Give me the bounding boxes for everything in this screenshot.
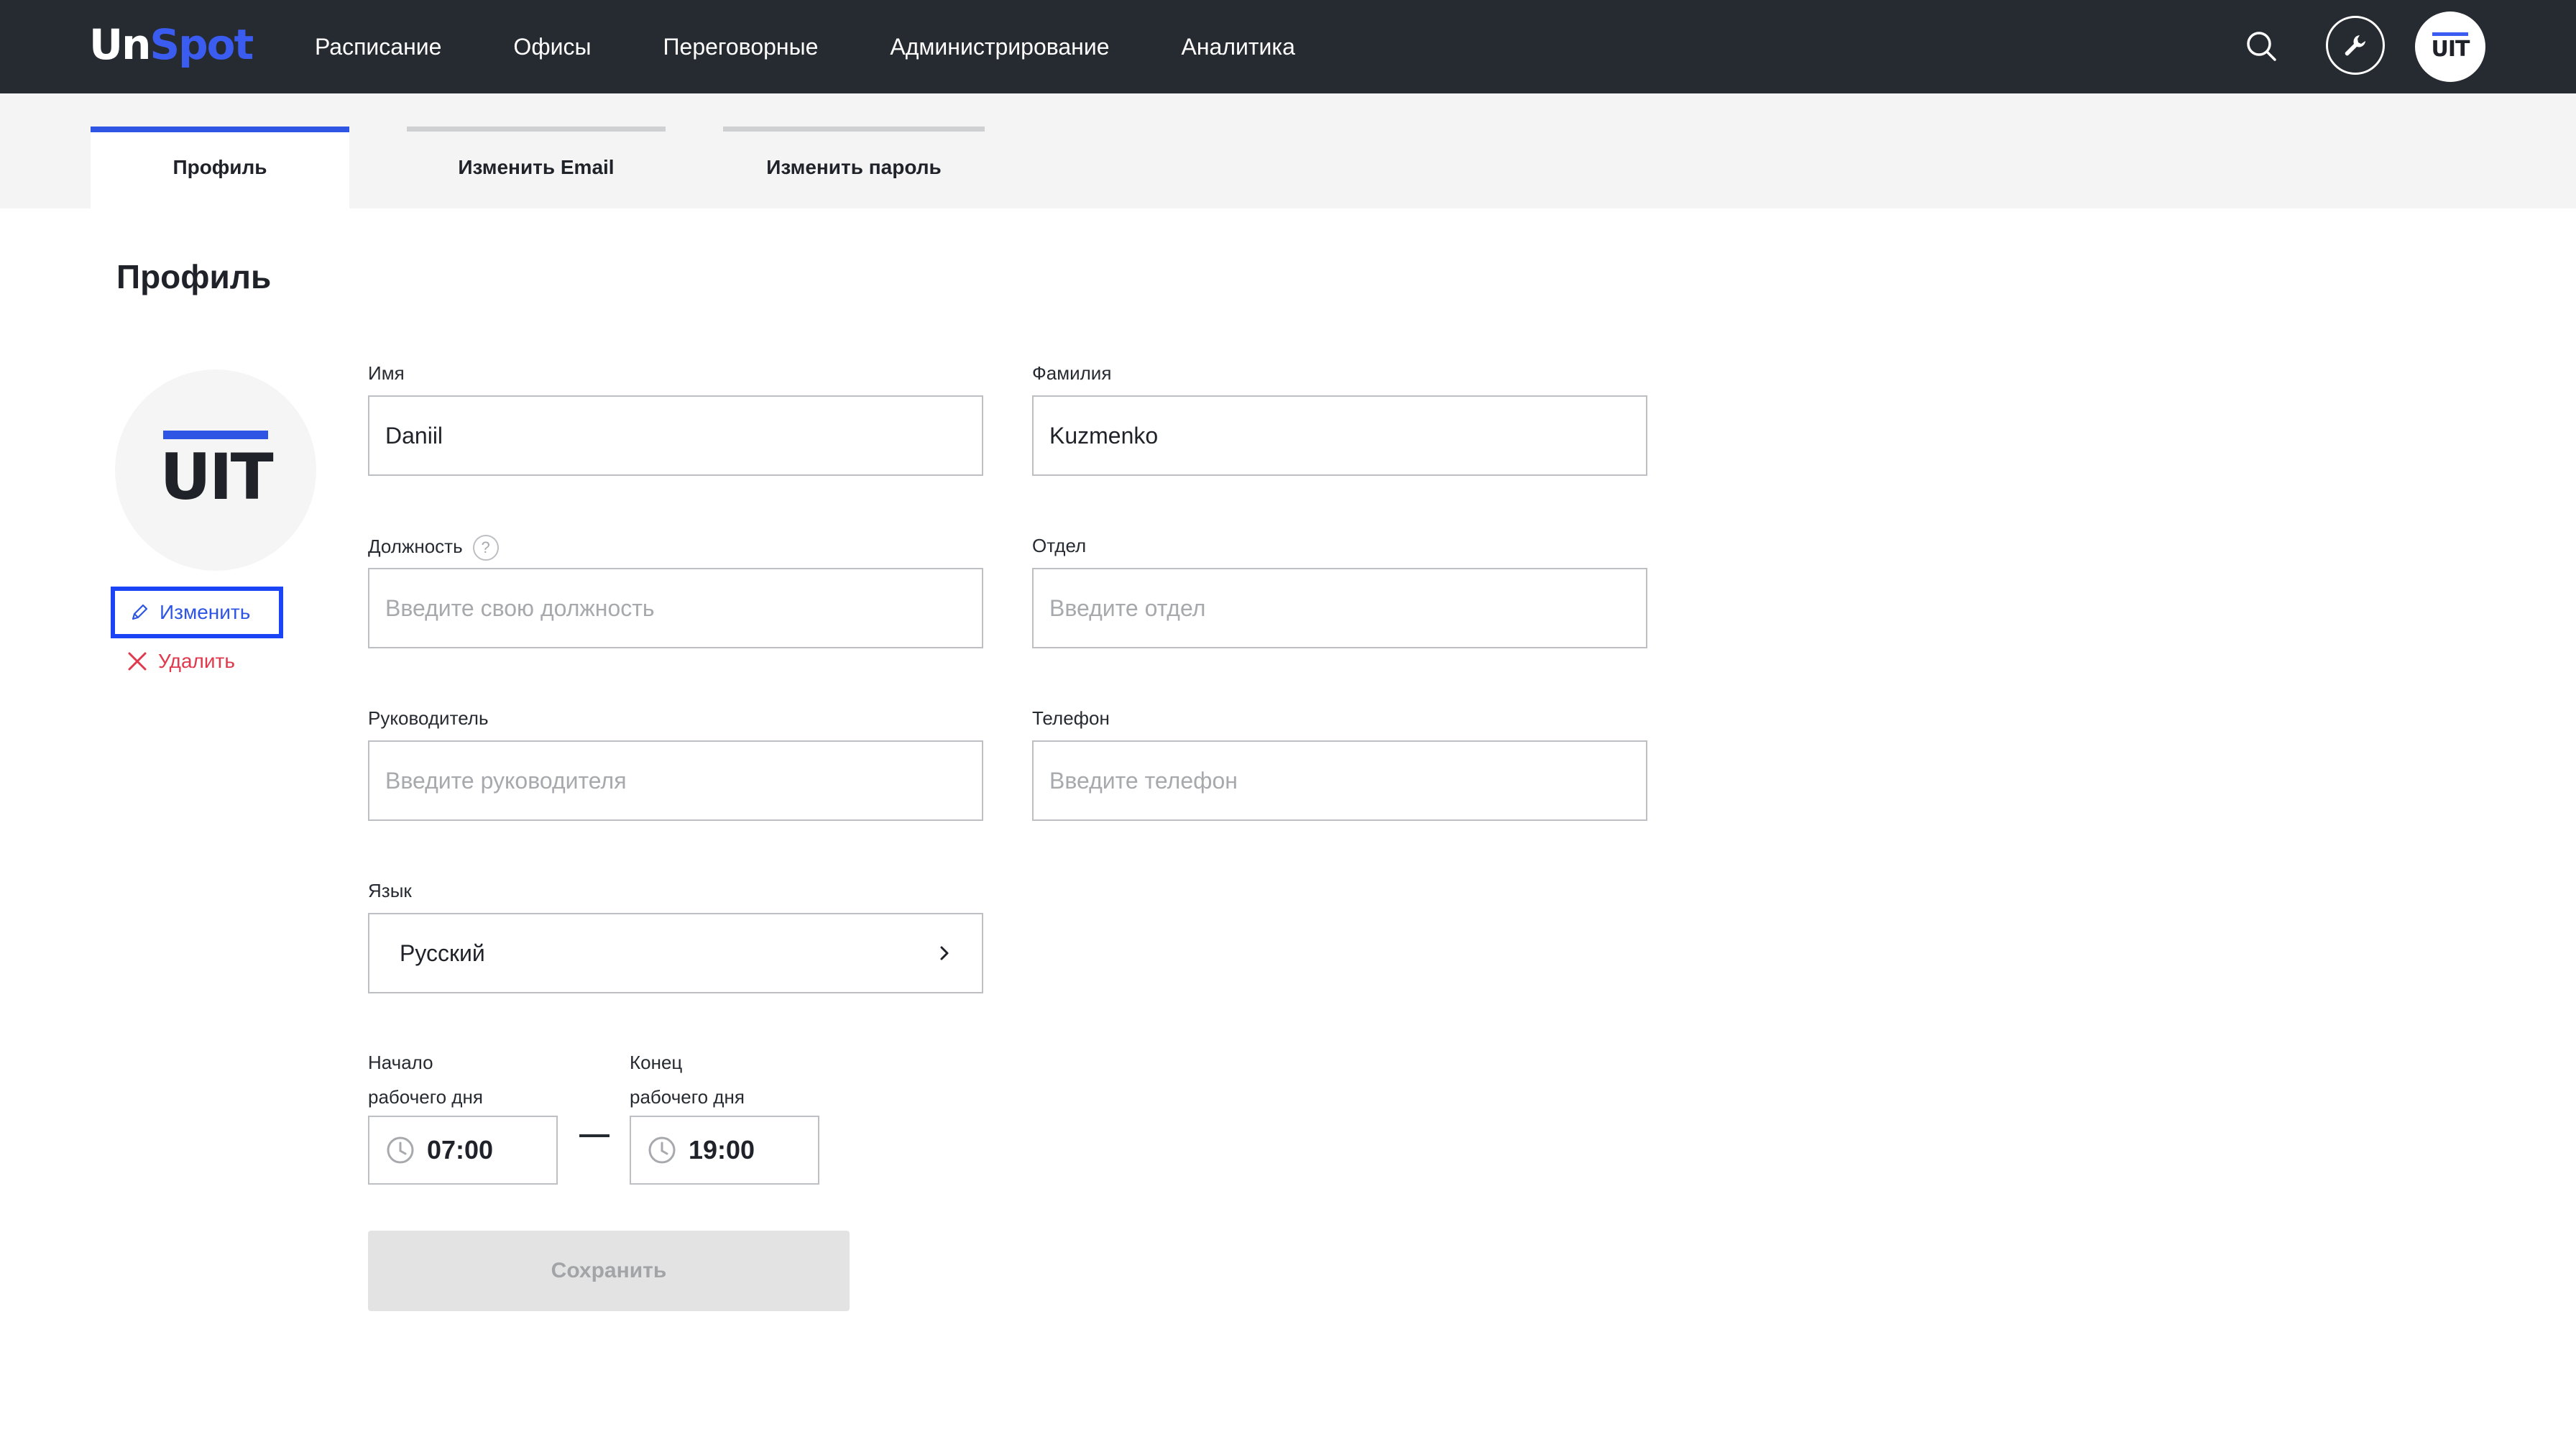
logo-text-un: Un [89, 20, 151, 69]
clock-icon [387, 1136, 414, 1164]
avatar-text: UIT [2431, 37, 2470, 62]
phone-placeholder: Введите телефон [1049, 767, 1238, 794]
help-icon[interactable]: ? [472, 535, 499, 561]
avatar-logo: UIT [2432, 32, 2470, 61]
language-label: Язык [368, 880, 412, 901]
tab-profile[interactable]: Профиль [91, 127, 349, 208]
work-start-time-picker[interactable]: 07:00 [368, 1116, 558, 1185]
delete-avatar-label: Удалить [158, 650, 235, 672]
wrench-icon [2345, 35, 2365, 56]
main-nav: Расписание Офисы Переговорные Администри… [315, 0, 1367, 93]
logo-text-spot: Spot [150, 20, 254, 69]
nav-item-analytics[interactable]: Аналитика [1182, 34, 1295, 60]
last-name-label: Фамилия [1032, 362, 1112, 384]
manager-input[interactable]: Введите руководителя [368, 740, 983, 821]
last-name-field[interactable]: Kuzmenko [1032, 395, 1647, 476]
first-name-label: Имя [368, 362, 405, 384]
pencil-icon [132, 604, 148, 620]
manager-placeholder: Введите руководителя [385, 767, 627, 794]
work-start-label-line2: рабочего дня [368, 1086, 483, 1108]
chevron-right-icon [940, 946, 949, 960]
nav-item-offices[interactable]: Офисы [513, 34, 591, 60]
tab-change-password[interactable]: Изменить пароль [723, 127, 985, 208]
profile-tabs: Профиль Изменить Email Изменить пароль [0, 93, 2576, 208]
change-avatar-button[interactable]: Изменить [111, 587, 283, 638]
phone-label: Телефон [1032, 707, 1110, 729]
position-label: Должность [368, 535, 463, 557]
department-input[interactable]: Введите отдел [1032, 568, 1647, 648]
first-name-value: Daniil [385, 422, 443, 449]
department-label: Отдел [1032, 535, 1087, 556]
language-value: Русский [400, 940, 485, 966]
work-start-label: Начало рабочего дня [368, 1045, 483, 1114]
language-select[interactable]: Русский [368, 913, 983, 993]
nav-item-administration[interactable]: Администрирование [890, 34, 1109, 60]
settings-tools-button[interactable] [2326, 16, 2385, 75]
top-navigation-bar: UnSpot Расписание Офисы Переговорные Адм… [0, 0, 2576, 93]
time-range-dash [579, 1134, 610, 1137]
phone-input[interactable]: Введите телефон [1032, 740, 1647, 821]
work-end-label-line1: Конец [630, 1052, 683, 1073]
change-avatar-label: Изменить [160, 601, 251, 623]
manager-label: Руководитель [368, 707, 489, 729]
unspot-logo[interactable]: UnSpot [89, 17, 254, 72]
avatar-logo-large: UIT [160, 431, 274, 514]
search-icon [2247, 32, 2276, 61]
work-start-label-line1: Начало [368, 1052, 433, 1073]
nav-item-meeting-rooms[interactable]: Переговорные [663, 34, 819, 60]
profile-avatar: UIT [115, 369, 316, 571]
page-title: Профиль [116, 258, 272, 295]
work-end-label: Конец рабочего дня [630, 1045, 745, 1114]
position-placeholder: Введите свою должность [385, 594, 655, 621]
department-placeholder: Введите отдел [1049, 594, 1206, 621]
work-end-label-line2: рабочего дня [630, 1086, 745, 1108]
avatar-large-text: UIT [160, 440, 273, 514]
close-icon [128, 652, 147, 671]
delete-avatar-button[interactable]: Удалить [126, 650, 235, 673]
work-end-value: 19:00 [689, 1135, 755, 1165]
work-end-time-picker[interactable]: 19:00 [630, 1116, 819, 1185]
user-avatar-button[interactable]: UIT [2415, 12, 2485, 82]
first-name-field[interactable]: Daniil [368, 395, 983, 476]
work-start-value: 07:00 [427, 1135, 494, 1165]
save-button[interactable]: Сохранить [368, 1231, 850, 1311]
position-input[interactable]: Введите свою должность [368, 568, 983, 648]
nav-item-schedule[interactable]: Расписание [315, 34, 441, 60]
tab-change-email[interactable]: Изменить Email [407, 127, 666, 208]
clock-icon [648, 1136, 676, 1164]
position-label-row: Должность? [368, 535, 499, 561]
last-name-value: Kuzmenko [1049, 422, 1159, 449]
search-button[interactable] [2242, 27, 2281, 66]
